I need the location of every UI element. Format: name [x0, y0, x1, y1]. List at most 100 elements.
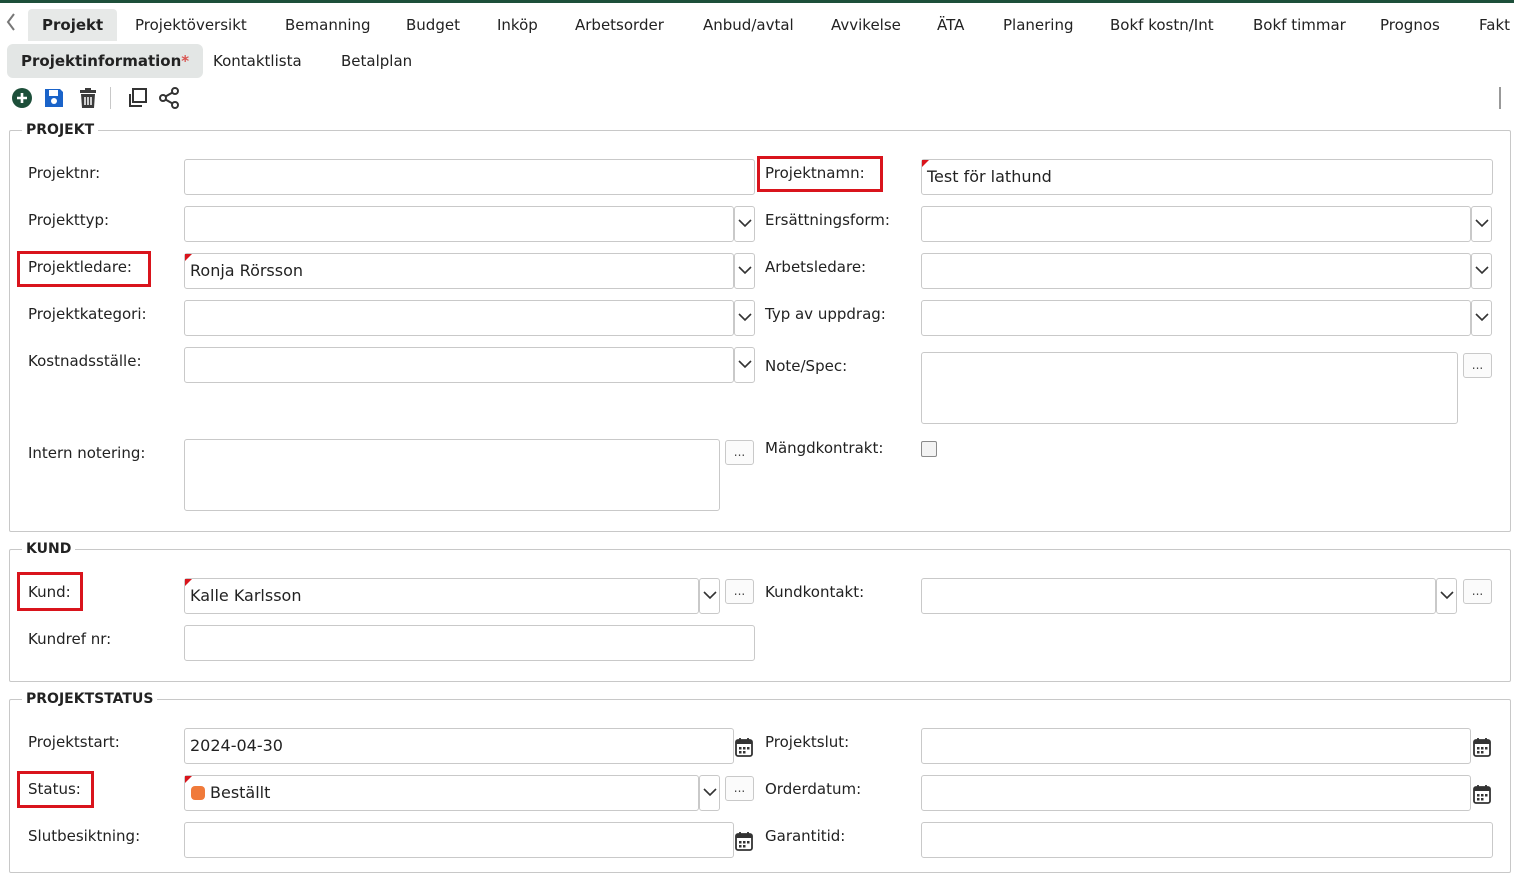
- chevron-down-icon: [703, 788, 717, 797]
- chevron-down-icon: [738, 313, 752, 322]
- tab-anbud-avtal[interactable]: Anbud/avtal: [703, 9, 794, 41]
- intern-notering-more-button[interactable]: ...: [725, 440, 754, 465]
- ersattningsform-select[interactable]: [921, 206, 1471, 242]
- subtab-kontaktlista[interactable]: Kontaktlista: [213, 44, 302, 78]
- tab-bokf-kostn-int[interactable]: Bokf kostn/Int: [1110, 9, 1214, 41]
- tab-bemanning[interactable]: Bemanning: [285, 9, 371, 41]
- note-spec-more-button[interactable]: ...: [1463, 353, 1492, 378]
- label-projektslut: Projektslut:: [765, 733, 850, 751]
- chevron-down-icon: [1475, 313, 1489, 322]
- label-mangdkontrakt: Mängdkontrakt:: [765, 439, 884, 457]
- section-legend-kund: KUND: [26, 541, 72, 557]
- projektledare-select[interactable]: Ronja Rörsson: [184, 253, 734, 289]
- status-more-button[interactable]: ...: [725, 776, 754, 801]
- add-icon[interactable]: [10, 86, 34, 110]
- share-icon[interactable]: [157, 86, 181, 110]
- tab-budget[interactable]: Budget: [406, 9, 460, 41]
- label-kostnadsstalle: Kostnadsställe:: [28, 352, 142, 370]
- projektnr-input[interactable]: [184, 159, 755, 195]
- kundkontakt-select[interactable]: [921, 578, 1436, 614]
- tab-projektoversikt[interactable]: Projektöversikt: [135, 9, 247, 41]
- kundkontakt-more-button[interactable]: ...: [1463, 579, 1492, 604]
- orderdatum-date-input[interactable]: [921, 775, 1471, 811]
- label-arbetsledare: Arbetsledare:: [765, 258, 867, 276]
- kundkontakt-dropdown-button[interactable]: [1436, 578, 1457, 614]
- calendar-icon[interactable]: [1473, 784, 1491, 804]
- copy-icon[interactable]: [125, 86, 149, 110]
- kund-value: Kalle Karlsson: [190, 586, 302, 605]
- tab-avvikelse[interactable]: Avvikelse: [831, 9, 901, 41]
- toolbar: [0, 84, 1514, 112]
- tab-inkop[interactable]: Inköp: [497, 9, 538, 41]
- subtab-betalplan[interactable]: Betalplan: [341, 44, 412, 78]
- projektnamn-value: Test för lathund: [927, 167, 1052, 186]
- mangdkontrakt-checkbox[interactable]: [921, 441, 937, 457]
- status-select[interactable]: Beställt: [184, 775, 699, 811]
- label-projekttyp: Projekttyp:: [28, 211, 110, 229]
- label-typ-av-uppdrag: Typ av uppdrag:: [765, 305, 886, 323]
- kundref-nr-input[interactable]: [184, 625, 755, 661]
- tab-bokf-timmar[interactable]: Bokf timmar: [1253, 9, 1346, 41]
- arbetsledare-select[interactable]: [921, 253, 1471, 289]
- section-legend-projektstatus: PROJEKTSTATUS: [26, 691, 154, 707]
- main-tab-bar: Projekt Projektöversikt Bemanning Budget…: [0, 3, 1514, 41]
- typ-av-uppdrag-dropdown-button[interactable]: [1471, 300, 1492, 336]
- chevron-down-icon: [1475, 219, 1489, 228]
- panel-splitter[interactable]: [1499, 87, 1501, 109]
- projektkategori-select[interactable]: [184, 300, 734, 336]
- garantitid-input[interactable]: [921, 822, 1493, 858]
- kund-select[interactable]: Kalle Karlsson: [184, 578, 699, 614]
- chevron-left-icon[interactable]: [6, 13, 16, 31]
- calendar-icon[interactable]: [735, 737, 753, 757]
- tab-arbetsorder[interactable]: Arbetsorder: [575, 9, 664, 41]
- kund-more-button[interactable]: ...: [725, 579, 754, 604]
- tab-prognos[interactable]: Prognos: [1380, 9, 1440, 41]
- subtab-label: Projektinformation: [21, 52, 182, 70]
- label-orderdatum: Orderdatum:: [765, 780, 862, 798]
- status-value: Beställt: [210, 783, 271, 802]
- sub-tab-bar: Projektinformation* Kontaktlista Betalpl…: [0, 42, 1514, 78]
- kostnadsstalle-dropdown-button[interactable]: [734, 347, 755, 383]
- label-ersattningsform: Ersättningsform:: [765, 211, 890, 229]
- projektstart-date-input[interactable]: 2024-04-30: [184, 728, 734, 764]
- delete-icon[interactable]: [76, 86, 100, 110]
- section-legend-projekt: PROJEKT: [26, 122, 95, 138]
- projektslut-date-input[interactable]: [921, 728, 1471, 764]
- chevron-down-icon: [738, 360, 752, 369]
- save-icon[interactable]: [42, 86, 66, 110]
- label-projektnamn: Projektnamn:: [765, 164, 865, 182]
- label-note-spec: Note/Spec:: [765, 357, 848, 375]
- required-asterisk: *: [181, 52, 190, 70]
- note-spec-textarea[interactable]: [921, 352, 1458, 424]
- slutbesiktning-date-input[interactable]: [184, 822, 734, 858]
- label-kundkontakt: Kundkontakt:: [765, 583, 865, 601]
- kostnadsstalle-select[interactable]: [184, 347, 734, 383]
- calendar-icon[interactable]: [1473, 737, 1491, 757]
- subtab-projektinformation[interactable]: Projektinformation*: [7, 44, 204, 78]
- chevron-down-icon: [703, 591, 717, 600]
- projekttyp-select[interactable]: [184, 206, 734, 242]
- toolbar-divider: [110, 87, 111, 109]
- projektnamn-input[interactable]: Test för lathund: [921, 159, 1493, 195]
- tab-planering[interactable]: Planering: [1003, 9, 1074, 41]
- label-kund: Kund:: [28, 583, 71, 601]
- tab-fakt[interactable]: Fakt: [1479, 9, 1510, 41]
- calendar-icon[interactable]: [735, 831, 753, 851]
- required-marker: [185, 776, 192, 783]
- tab-ata[interactable]: ÄTA: [937, 9, 964, 41]
- projektkategori-dropdown-button[interactable]: [734, 300, 755, 336]
- arbetsledare-dropdown-button[interactable]: [1471, 253, 1492, 289]
- label-projektkategori: Projektkategori:: [28, 305, 147, 323]
- status-dropdown-button[interactable]: [699, 775, 720, 811]
- intern-notering-textarea[interactable]: [184, 439, 720, 511]
- tab-projekt[interactable]: Projekt: [28, 9, 118, 41]
- projekttyp-dropdown-button[interactable]: [734, 206, 755, 242]
- typ-av-uppdrag-select[interactable]: [921, 300, 1471, 336]
- chevron-down-icon: [1475, 266, 1489, 275]
- projektledare-dropdown-button[interactable]: [734, 253, 755, 289]
- projektledare-value: Ronja Rörsson: [190, 261, 304, 280]
- chevron-down-icon: [738, 266, 752, 275]
- kund-dropdown-button[interactable]: [699, 578, 720, 614]
- chevron-down-icon: [1440, 591, 1454, 600]
- ersattningsform-dropdown-button[interactable]: [1471, 206, 1492, 242]
